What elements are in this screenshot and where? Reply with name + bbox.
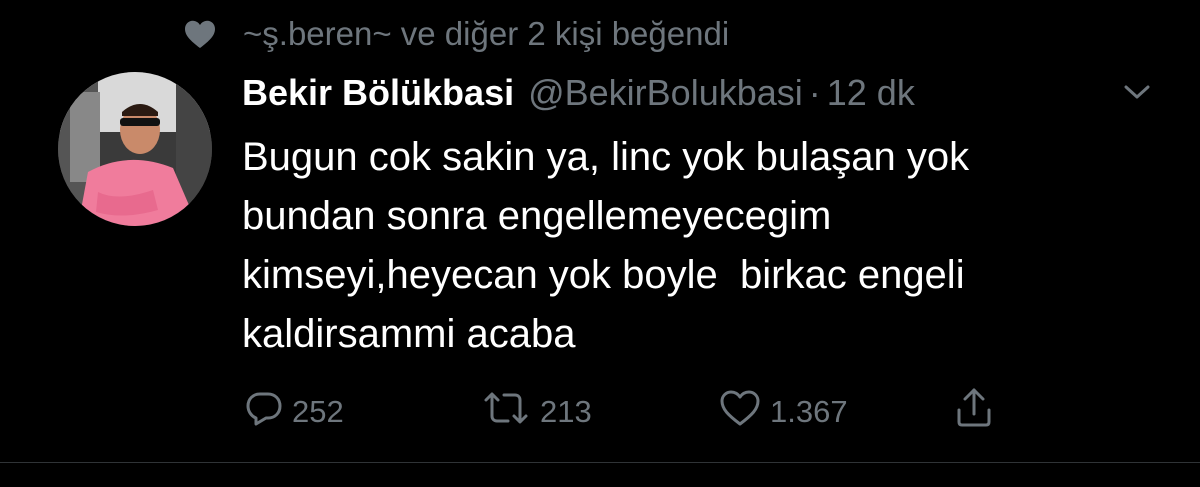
chevron-down-icon[interactable] <box>1122 80 1152 104</box>
like-icon <box>718 388 770 436</box>
tweet-text-line: kimseyi,heyecan yok boyle birkac engeli <box>242 253 965 297</box>
retweet-count: 213 <box>540 394 592 429</box>
like-button[interactable]: 1.367 <box>718 388 848 436</box>
share-button[interactable] <box>954 388 1002 436</box>
liked-by-text: ~ş.beren~ ve diğer 2 kişi beğendi <box>243 15 730 52</box>
avatar[interactable] <box>58 72 212 226</box>
tweet-text: Bugun cok sakin ya, linc yok bulaşan yok… <box>242 128 1162 364</box>
retweet-button[interactable]: 213 <box>480 388 592 436</box>
reply-icon <box>244 388 292 436</box>
reply-count: 252 <box>292 394 344 429</box>
separator-dot: · <box>808 72 821 113</box>
heart-icon <box>183 19 217 49</box>
share-icon <box>954 386 1002 438</box>
tweet-timestamp[interactable]: 12 dk <box>827 72 915 114</box>
divider <box>0 462 1200 463</box>
tweet-text-line: kaldirsammi acaba <box>242 312 576 356</box>
tweet-text-line: bundan sonra engellemeyecegim <box>242 194 832 238</box>
reply-button[interactable]: 252 <box>244 388 344 436</box>
tweet-text-line: Bugun cok sakin ya, linc yok bulaşan yok <box>242 135 970 179</box>
tweet-actions: 252 213 1.367 <box>242 388 1042 436</box>
author-display-name[interactable]: Bekir Bölükbasi <box>242 72 514 114</box>
tweet-header: Bekir Bölükbasi @BekirBolukbasi · 12 dk <box>242 68 1162 118</box>
retweet-icon <box>480 388 540 436</box>
author-handle[interactable]: @BekirBolukbasi <box>528 72 803 114</box>
like-count: 1.367 <box>770 394 848 429</box>
social-context[interactable]: ~ş.beren~ ve diğer 2 kişi beğendi <box>183 12 729 56</box>
